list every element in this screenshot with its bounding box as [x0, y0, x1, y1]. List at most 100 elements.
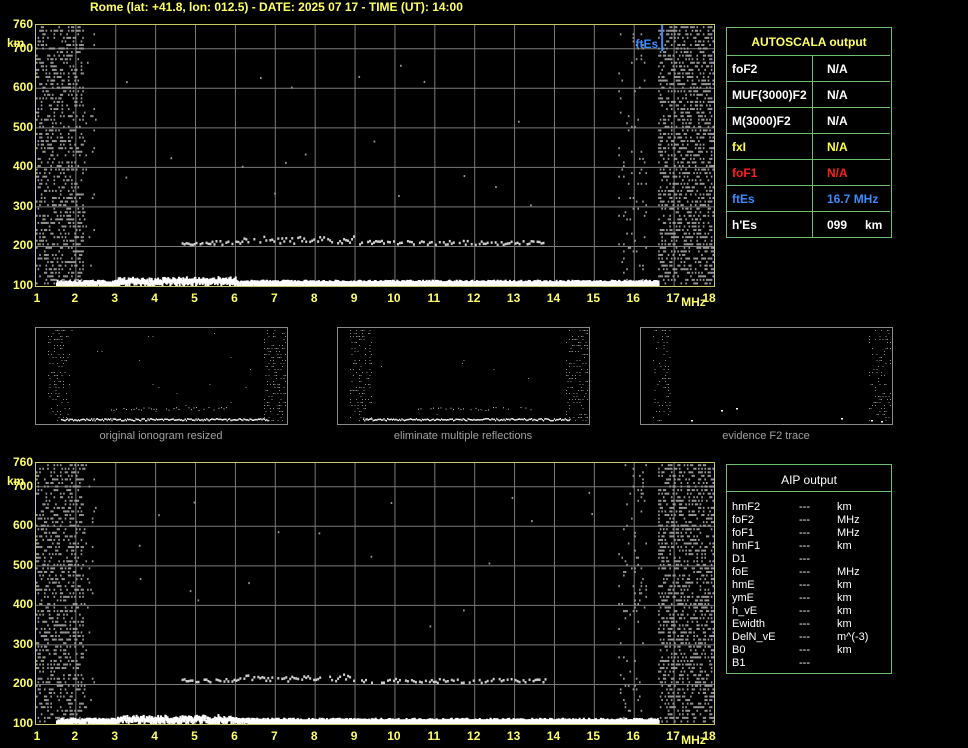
trace-point — [490, 241, 493, 244]
noise-point — [709, 271, 711, 274]
noise-point — [670, 122, 673, 125]
trace-point — [146, 278, 149, 283]
noise-point — [669, 271, 671, 274]
trace-point — [281, 237, 284, 240]
noise-point — [80, 674, 83, 677]
noise-point — [82, 617, 84, 620]
noise-point — [37, 481, 40, 484]
noise-point — [55, 578, 57, 581]
noise-point — [686, 54, 689, 57]
noise-point — [67, 86, 70, 89]
noise-point — [66, 104, 68, 107]
trace-point — [385, 419, 387, 422]
noise-point — [688, 243, 691, 246]
noise-point — [623, 175, 625, 178]
noise-point — [576, 393, 578, 394]
noise-point — [39, 132, 41, 135]
autoscala-value: 16.7 MHz — [827, 192, 879, 206]
noise-point — [55, 581, 57, 584]
noise-point — [661, 172, 663, 175]
noise-point — [691, 72, 694, 75]
noise-point — [363, 393, 365, 394]
noise-point — [241, 165, 244, 168]
noise-point — [69, 375, 70, 376]
trace-point — [395, 418, 397, 421]
noise-point — [690, 61, 692, 64]
trace-point — [436, 418, 438, 421]
trace-point — [427, 418, 429, 421]
noise-point — [67, 357, 69, 358]
trace-point — [442, 241, 445, 244]
trace-point — [253, 419, 255, 422]
trace-point — [263, 235, 266, 239]
noise-point — [59, 93, 62, 96]
trace-point — [112, 418, 114, 420]
autoscala-row: foF1 N/A — [727, 159, 890, 186]
noise-point — [83, 140, 86, 143]
noise-point — [67, 652, 70, 655]
noise-point — [50, 481, 52, 484]
noise-point — [71, 51, 73, 54]
noise-point — [40, 193, 43, 196]
noise-point — [686, 189, 689, 192]
noise-point — [280, 369, 282, 370]
x-tick-label: 6 — [231, 291, 238, 305]
noise-point — [658, 136, 660, 139]
noise-point — [43, 635, 46, 638]
noise-point — [710, 264, 713, 267]
noise-point — [661, 229, 663, 232]
noise-point — [79, 709, 81, 712]
noise-point — [350, 417, 351, 418]
noise-point — [875, 390, 876, 391]
trace-point — [558, 418, 560, 420]
noise-point — [55, 375, 57, 376]
noise-point — [669, 29, 671, 32]
noise-point — [79, 261, 81, 264]
trace-point — [221, 243, 224, 247]
noise-point — [59, 553, 62, 556]
noise-point — [686, 154, 689, 157]
noise-point — [43, 253, 46, 256]
noise-point — [690, 189, 692, 192]
noise-point — [587, 417, 588, 418]
noise-point — [662, 47, 665, 50]
noise-point — [69, 54, 72, 57]
noise-point — [51, 132, 54, 135]
noise-point — [627, 129, 630, 132]
noise-point — [59, 115, 62, 118]
trace-point — [244, 418, 246, 421]
noise-point — [669, 193, 671, 196]
noise-point — [659, 72, 662, 75]
noise-point — [75, 474, 78, 477]
trace-point — [135, 418, 137, 420]
noise-point — [66, 610, 68, 613]
noise-point — [690, 68, 692, 71]
noise-point — [61, 108, 64, 111]
noise-point — [683, 104, 686, 107]
noise-point — [50, 218, 52, 221]
noise-point — [75, 503, 78, 506]
noise-point — [39, 574, 41, 577]
trace-point — [445, 419, 447, 421]
noise-point — [79, 218, 81, 221]
noise-point — [699, 40, 702, 43]
noise-point — [686, 26, 689, 29]
noise-point — [576, 345, 578, 346]
noise-point — [80, 179, 83, 182]
noise-point — [696, 29, 699, 32]
noise-point — [72, 43, 75, 46]
noise-point — [710, 200, 713, 203]
noise-point — [304, 153, 307, 156]
noise-point — [710, 65, 713, 68]
noise-point — [690, 207, 692, 210]
noise-point — [71, 136, 73, 139]
noise-point — [683, 197, 686, 200]
noise-point — [50, 97, 52, 100]
noise-point — [675, 132, 678, 135]
noise-point — [63, 624, 65, 627]
noise-point — [82, 691, 84, 694]
noise-point — [47, 595, 49, 598]
noise-point — [48, 538, 51, 541]
noise-point — [93, 147, 96, 150]
autoscala-divider — [812, 82, 813, 108]
